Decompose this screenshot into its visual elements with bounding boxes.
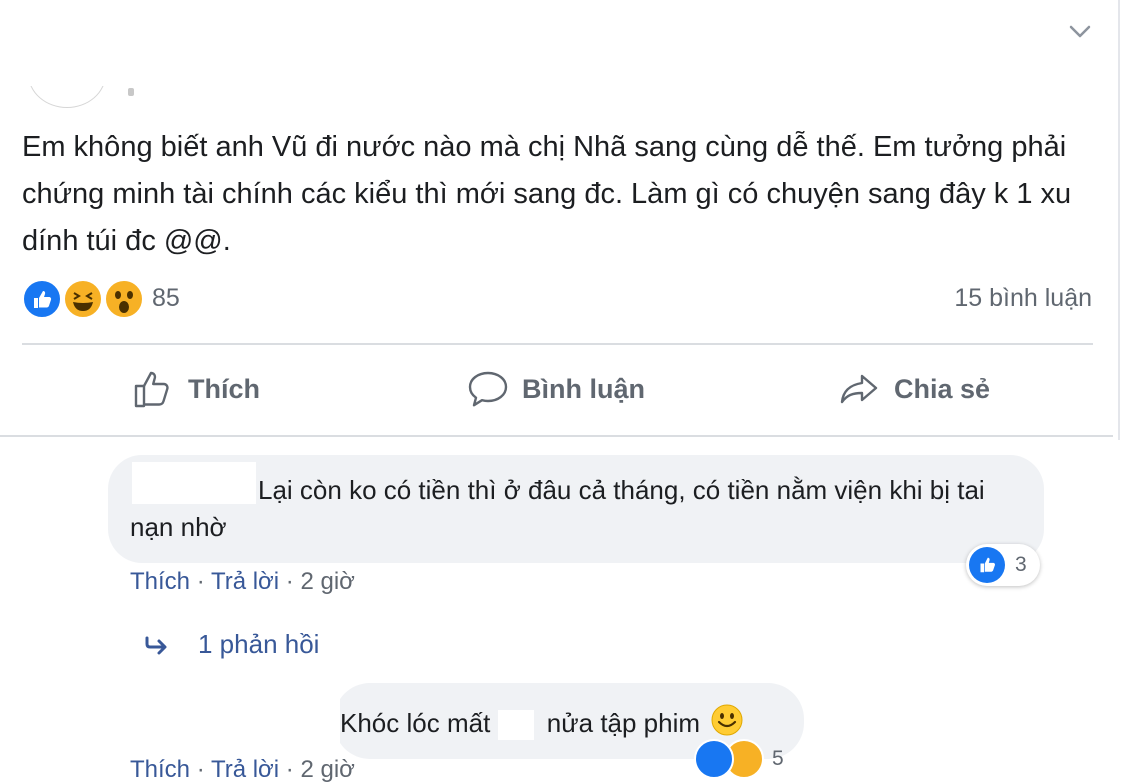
smiley-emoji-icon [711, 704, 743, 736]
haha-reaction-icon[interactable] [63, 279, 103, 319]
like-reaction-icon [694, 739, 734, 779]
reply-meta: Thích · Trả lời · 2 giờ [130, 756, 355, 784]
divider [0, 435, 1113, 437]
thumbs-up-icon [134, 371, 169, 408]
comment-meta: Thích · Trả lời · 2 giờ [130, 568, 355, 596]
redacted-fragment [497, 710, 534, 741]
comment-reactions[interactable]: 3 [966, 544, 1040, 586]
comment-button[interactable]: Bình luận [466, 366, 645, 412]
scroll-edge [1118, 0, 1120, 440]
meta-separator: · [196, 756, 205, 783]
meta-separator: · [285, 756, 294, 783]
comment-time[interactable]: 2 giờ [300, 568, 354, 595]
like-label: Thích [188, 373, 260, 404]
reaction-count: 3 [1015, 553, 1027, 576]
share-label: Chia sẻ [894, 373, 991, 404]
replies-label: 1 phản hồi [198, 629, 320, 659]
share-button[interactable]: Chia sẻ [838, 366, 990, 412]
reply-reactions[interactable]: 5 [694, 738, 784, 780]
comments-count-link[interactable]: 15 bình luận [954, 284, 1092, 313]
reaction-count: 5 [772, 747, 784, 770]
comment-label: Bình luận [522, 373, 645, 404]
comment-like-link[interactable]: Thích [130, 568, 190, 595]
reply-reply-link[interactable]: Trả lời [211, 756, 279, 783]
like-button[interactable]: Thích [132, 366, 260, 412]
reply-text: Khóc lóc mất nửa tập phim [340, 704, 743, 741]
reply-like-link[interactable]: Thích [130, 756, 190, 783]
post-text: Em không biết anh Vũ đi nước nào mà chị … [22, 131, 1072, 257]
chevron-down-icon [1069, 25, 1091, 38]
meta-separator: · [285, 568, 294, 595]
collapse-chevron-button[interactable] [1062, 14, 1098, 50]
wow-reaction-icon[interactable] [104, 279, 144, 319]
reply-author-redacted [108, 690, 340, 746]
reply-arrow-icon [145, 636, 167, 654]
avatar[interactable] [28, 86, 106, 108]
reaction-count[interactable]: 85 [152, 284, 180, 313]
like-reaction-icon [969, 547, 1005, 583]
reply-text-part: nửa tập phim [546, 708, 701, 738]
view-replies-link[interactable]: 1 phản hồi [144, 629, 319, 660]
meta-separator: · [196, 568, 205, 595]
divider [22, 343, 1093, 345]
comment-reply-link[interactable]: Trả lời [211, 568, 279, 595]
reply-text-part: Khóc lóc mất [340, 708, 491, 738]
comment-text: Lại còn ko có tiền thì ở đâu cả tháng, c… [130, 475, 985, 542]
share-arrow-icon [840, 374, 878, 404]
comment-bubble-icon [468, 371, 508, 407]
reply-time[interactable]: 2 giờ [300, 756, 354, 783]
author-meta-fragment [128, 88, 134, 96]
like-reaction-icon[interactable] [22, 279, 62, 319]
